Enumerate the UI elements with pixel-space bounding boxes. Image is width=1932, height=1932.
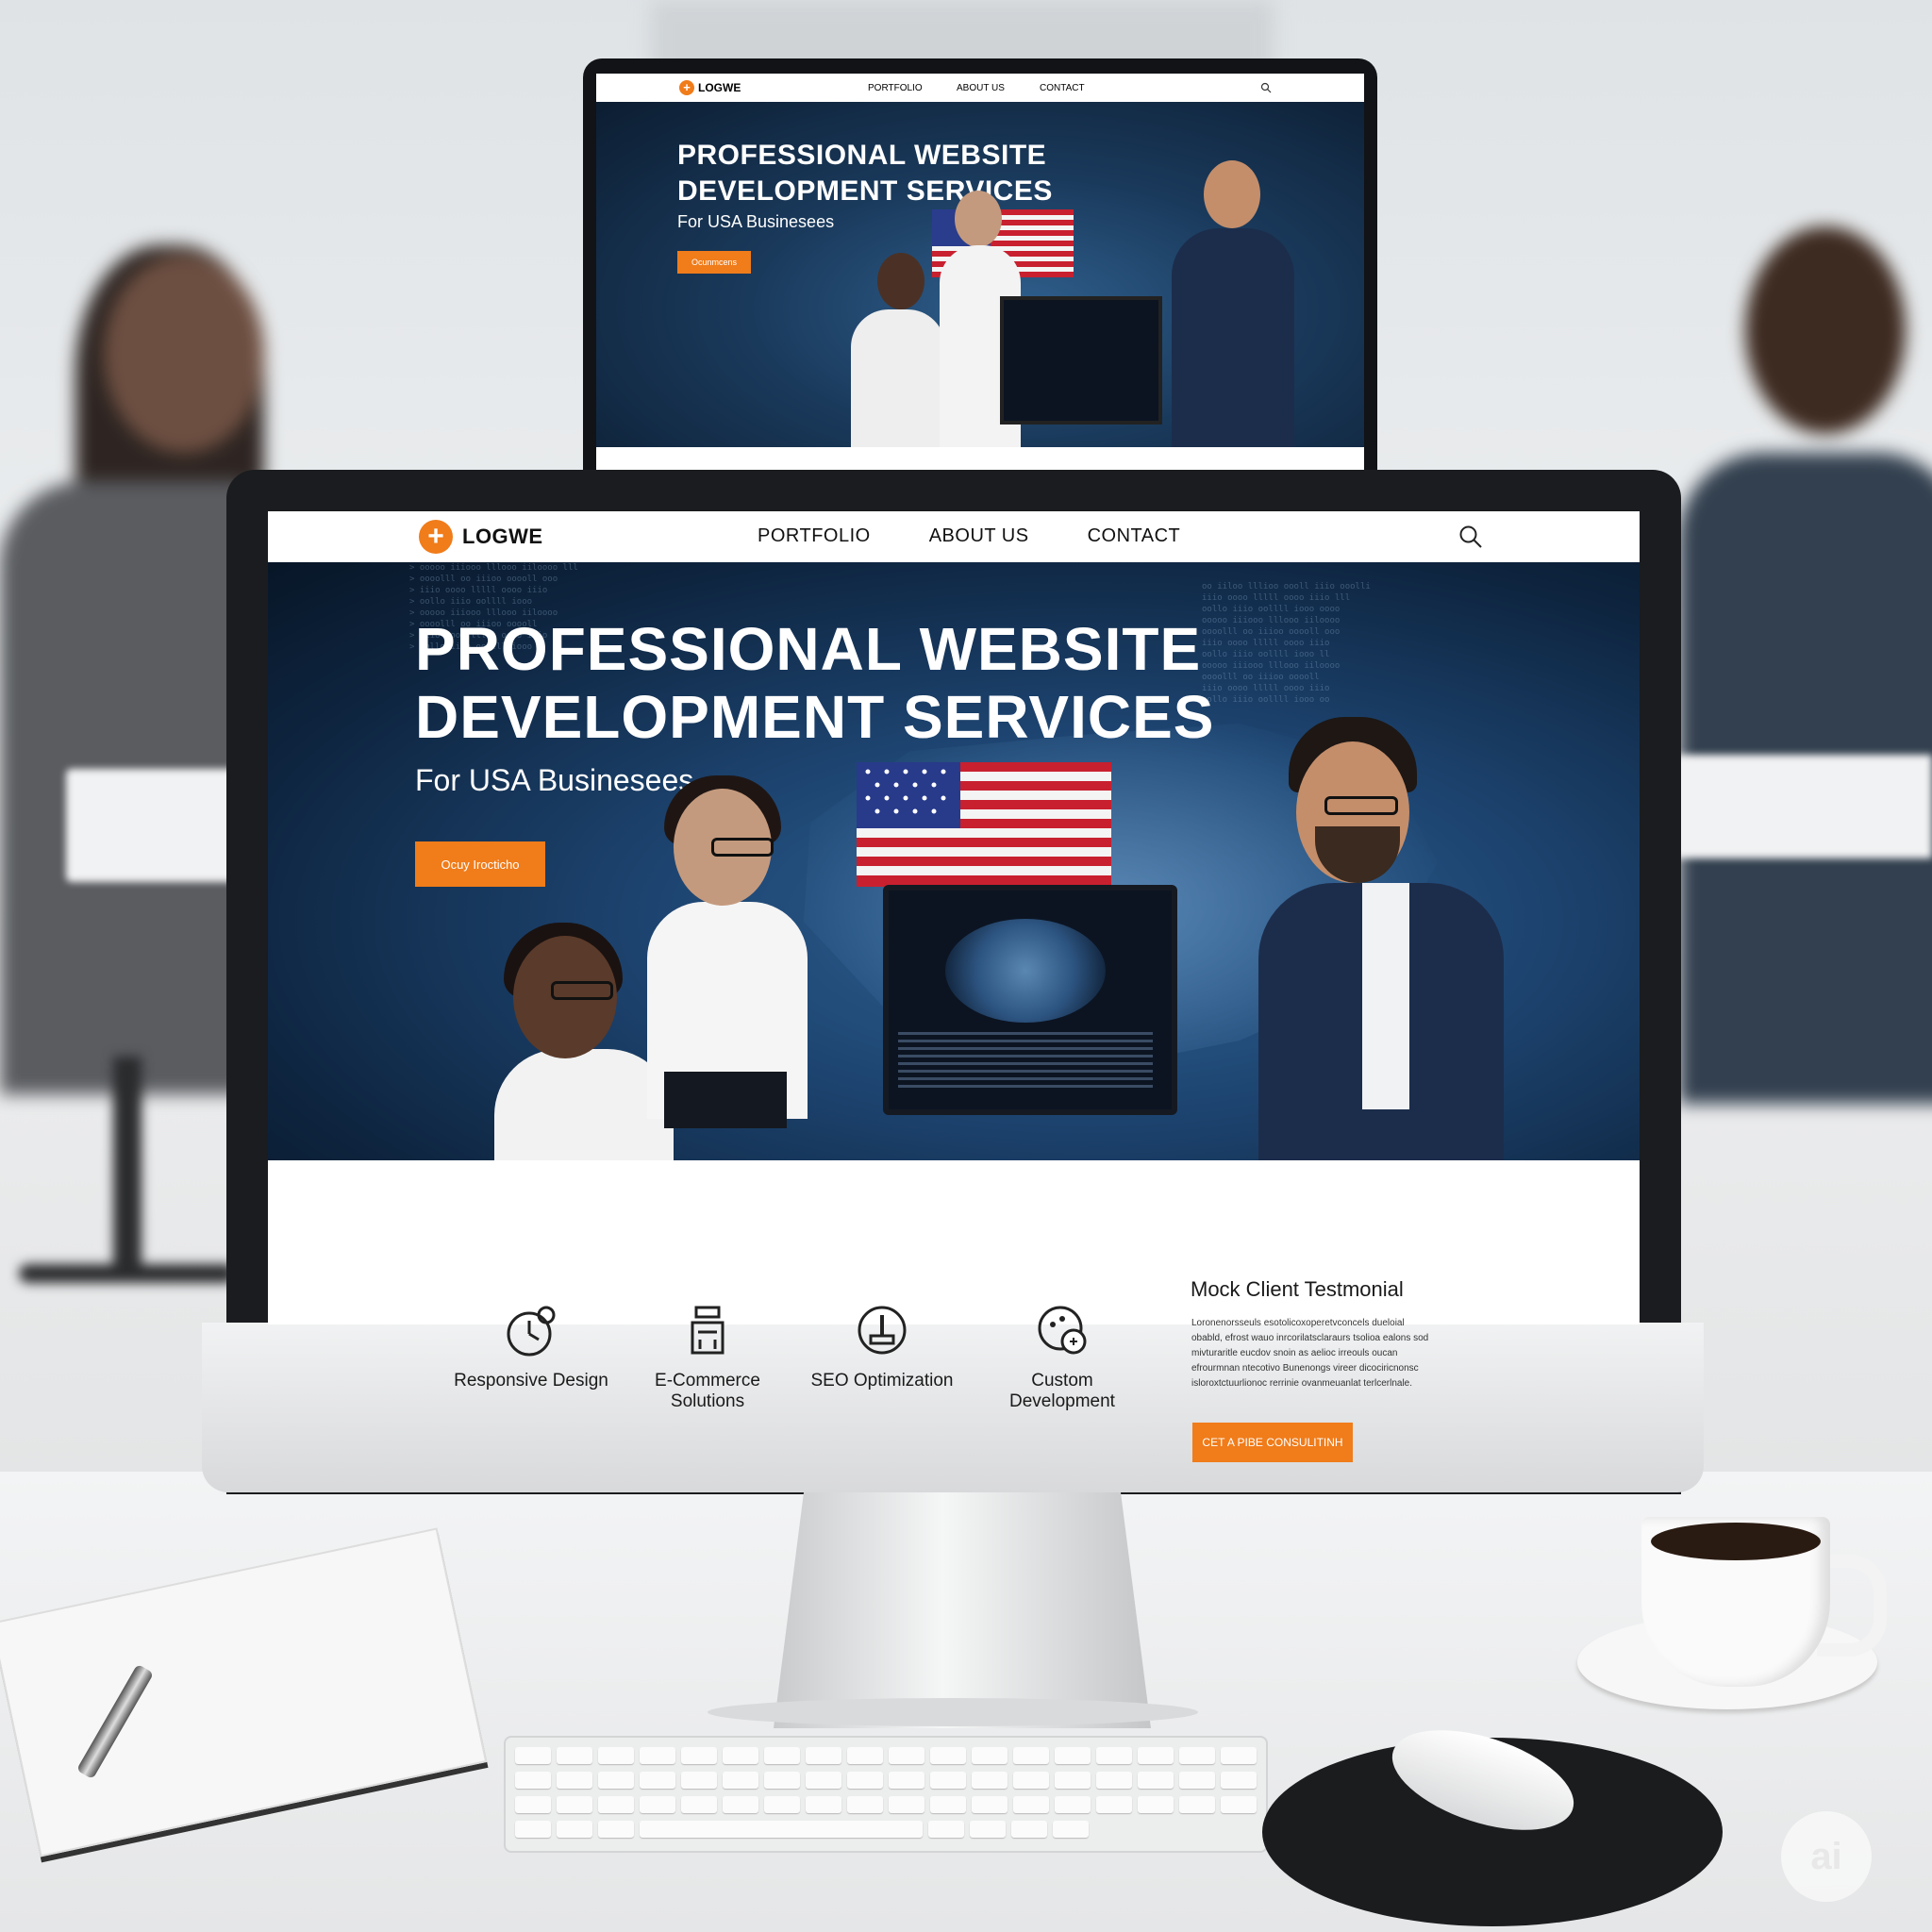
back-search-icon[interactable] [1260,82,1272,93]
hero-title-line2: DEVELOPMENT SERVICES [415,683,1215,751]
hero-banner: > ooooo iiiooo lllooo iiloooo lll > oooo… [268,562,1640,1160]
service-label: SEO Optimization [810,1371,954,1391]
blurred-person-right [1660,208,1932,1104]
hero-title-line1: PROFESSIONAL WEBSITE [415,615,1202,683]
monitor-screen: + LOGWE PORTFOLIO ABOUT US CONTACT > ooo… [268,511,1640,1324]
back-nav-contact[interactable]: CONTACT [1040,83,1085,93]
ai-watermark-badge: ai [1781,1811,1872,1902]
nav-portfolio[interactable]: PORTFOLIO [758,525,871,547]
free-consultation-button[interactable]: CET A PIBE CONSULITINH [1192,1423,1353,1462]
nav-contact[interactable]: CONTACT [1088,525,1181,547]
hero-subtitle: For USA Businesees [415,763,694,797]
nav-links: PORTFOLIO ABOUT US CONTACT [758,525,1180,547]
hero-title: PROFESSIONAL WEBSITE DEVELOPMENT SERVICE… [415,615,1214,751]
store-icon [691,1306,724,1355]
service-label: Responsive Design [454,1371,608,1391]
back-monitor-screen: + LOGWE PORTFOLIO ABOUT US CONTACT PROFE… [596,74,1364,474]
back-logo-icon: + [679,80,694,95]
nav-about-us[interactable]: ABOUT US [929,525,1029,547]
data-rows-display [898,1032,1153,1092]
nav-bar: + LOGWE PORTFOLIO ABOUT US CONTACT [268,511,1640,563]
back-nav-portfolio[interactable]: PORTFOLIO [868,83,923,93]
keyboard [504,1736,1268,1853]
logo-text: LOGWE [462,525,543,548]
services-section [268,1160,1640,1324]
logo[interactable]: + LOGWE [419,520,543,554]
person-man-right [1258,717,1513,1160]
search-icon[interactable] [1458,525,1483,549]
seo-icon [858,1306,907,1355]
testimonial-title: Mock Client Testmonial [1191,1277,1404,1301]
service-custom-development[interactable]: Custom Development [977,1302,1147,1412]
monitor-stand [774,1492,1151,1728]
usa-flag-image [857,762,1111,887]
logo-plus-icon: + [419,520,453,554]
stopwatch-icon [507,1306,556,1357]
back-logo-text: LOGWE [698,81,741,94]
code-overlay-right: oo iiloo lllioo oooll iiio ooolli iiio o… [1202,582,1371,705]
back-nav-about[interactable]: ABOUT US [957,83,1005,93]
inner-monitor-image [883,885,1177,1115]
back-nav-bar: + LOGWE PORTFOLIO ABOUT US CONTACT [596,74,1364,102]
custom-dev-icon [1038,1306,1087,1355]
world-map-display [945,919,1106,1023]
service-label-line1: E-Commerce [655,1371,760,1391]
service-label: Custom Development [1009,1371,1115,1411]
person-woman-center [647,775,808,1160]
hero-cta-button[interactable]: Ocuy Irocticho [415,841,545,887]
service-responsive-design[interactable]: Responsive Design [443,1302,619,1391]
back-hero-title-line1: PROFESSIONAL WEBSITE [677,140,1047,171]
service-seo[interactable]: SEO Optimization [802,1302,962,1391]
testimonial-body: Loronenorsseuls esotolicoxoperetvconcels… [1191,1318,1429,1389]
monitor-stand-base [708,1698,1198,1726]
back-monitor: + LOGWE PORTFOLIO ABOUT US CONTACT PROFE… [583,58,1377,474]
coffee-cup [1641,1517,1887,1696]
back-team-photo [738,160,1304,447]
back-hero: PROFESSIONAL WEBSITE DEVELOPMENT SERVICE… [596,102,1364,447]
service-label-line2: Solutions [670,1391,745,1411]
service-ecommerce[interactable]: E-Commerce Solutions [641,1302,774,1412]
